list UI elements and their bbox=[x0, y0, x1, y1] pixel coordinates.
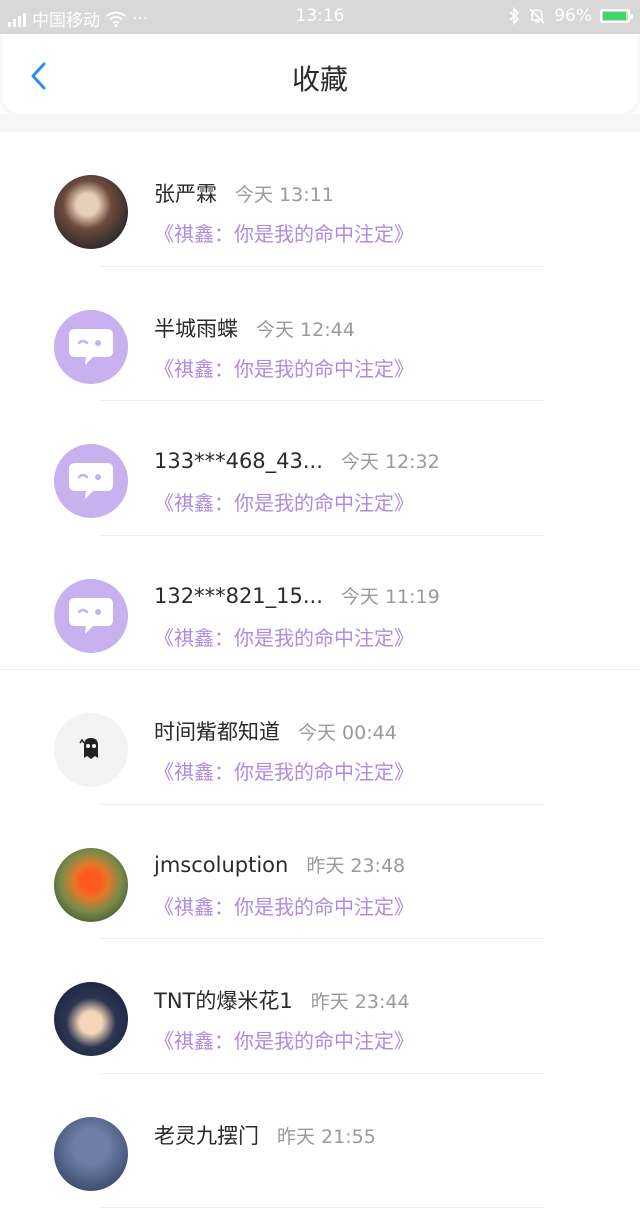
avatar[interactable] bbox=[54, 982, 128, 1056]
avatar[interactable] bbox=[54, 444, 128, 518]
battery-percent: 96% bbox=[554, 6, 592, 26]
timestamp: 今天 00:44 bbox=[298, 722, 397, 744]
list-item[interactable]: TNT的爆米花1 昨天 23:44 《祺鑫：你是我的命中注定》 bbox=[0, 939, 640, 1074]
page-title: 收藏 bbox=[2, 58, 638, 98]
avatar[interactable] bbox=[54, 310, 128, 384]
user-name[interactable]: 老灵九摆门 bbox=[154, 1124, 259, 1148]
battery-icon bbox=[600, 9, 630, 23]
chat-bubble-icon bbox=[67, 459, 115, 503]
user-name[interactable]: 张严霖 bbox=[154, 182, 217, 206]
timestamp: 昨天 23:48 bbox=[306, 855, 405, 877]
bluetooth-icon bbox=[508, 7, 520, 25]
section-gap bbox=[0, 114, 640, 132]
list-item[interactable]: 半城雨蝶今天 12:44 《祺鑫：你是我的命中注定》 bbox=[0, 267, 640, 402]
chat-bubble-icon bbox=[67, 594, 115, 638]
timestamp: 今天 13:11 bbox=[235, 184, 334, 206]
timestamp: 昨天 23:44 bbox=[311, 991, 410, 1013]
message-text[interactable]: 《祺鑫：你是我的命中注定》 bbox=[154, 891, 414, 920]
user-name[interactable]: 132***821_15... bbox=[154, 584, 323, 608]
list-item[interactable]: 老灵九摆门昨天 21:55 bbox=[0, 1074, 640, 1208]
list-item[interactable]: 132***821_15... 今天 11:19 《祺鑫：你是我的命中注定》 bbox=[0, 536, 640, 671]
user-name[interactable]: 133***468_43... bbox=[154, 449, 323, 473]
list-item[interactable]: 张严霖今天 13:11 《祺鑫：你是我的命中注定》 bbox=[0, 132, 640, 267]
message-text[interactable]: 《祺鑫：你是我的命中注定》 bbox=[154, 487, 414, 516]
status-bar: 中国移动 ··· 13:16 96% bbox=[0, 0, 640, 34]
user-name[interactable]: 半城雨蝶 bbox=[154, 317, 238, 341]
user-name[interactable]: TNT的爆米花1 bbox=[154, 989, 293, 1013]
message-text[interactable]: 《祺鑫：你是我的命中注定》 bbox=[154, 756, 414, 785]
user-name[interactable]: jmscoluption bbox=[154, 853, 288, 877]
message-text[interactable]: 《祺鑫：你是我的命中注定》 bbox=[154, 622, 414, 651]
avatar[interactable] bbox=[54, 713, 128, 787]
list-item[interactable]: 时间觜都知道今天 00:44 《祺鑫：你是我的命中注定》 bbox=[0, 670, 640, 805]
mute-bell-icon bbox=[528, 7, 546, 25]
avatar[interactable] bbox=[54, 848, 128, 922]
list-item[interactable]: jmscoluption 昨天 23:48 《祺鑫：你是我的命中注定》 bbox=[0, 805, 640, 940]
chat-bubble-icon bbox=[67, 325, 115, 369]
avatar[interactable] bbox=[54, 579, 128, 653]
favorites-list: 张严霖今天 13:11《祺鑫：你是我的命中注定》半城雨蝶今天 12:44《祺鑫：… bbox=[0, 132, 640, 1208]
avatar[interactable] bbox=[54, 175, 128, 249]
list-item[interactable]: 133***468_43... 今天 12:32 《祺鑫：你是我的命中注定》 bbox=[0, 401, 640, 536]
user-name[interactable]: 时间觜都知道 bbox=[154, 720, 280, 744]
message-text[interactable]: 《祺鑫：你是我的命中注定》 bbox=[154, 353, 414, 382]
timestamp: 今天 12:32 bbox=[341, 451, 440, 473]
message-text[interactable]: 《祺鑫：你是我的命中注定》 bbox=[154, 218, 414, 247]
timestamp: 今天 11:19 bbox=[341, 586, 440, 608]
timestamp: 昨天 21:55 bbox=[277, 1126, 376, 1148]
message-text[interactable]: 《祺鑫：你是我的命中注定》 bbox=[154, 1025, 414, 1054]
timestamp: 今天 12:44 bbox=[256, 319, 355, 341]
nav-header: 收藏 bbox=[2, 34, 638, 114]
ghost-icon bbox=[54, 713, 128, 787]
avatar[interactable] bbox=[54, 1117, 128, 1191]
